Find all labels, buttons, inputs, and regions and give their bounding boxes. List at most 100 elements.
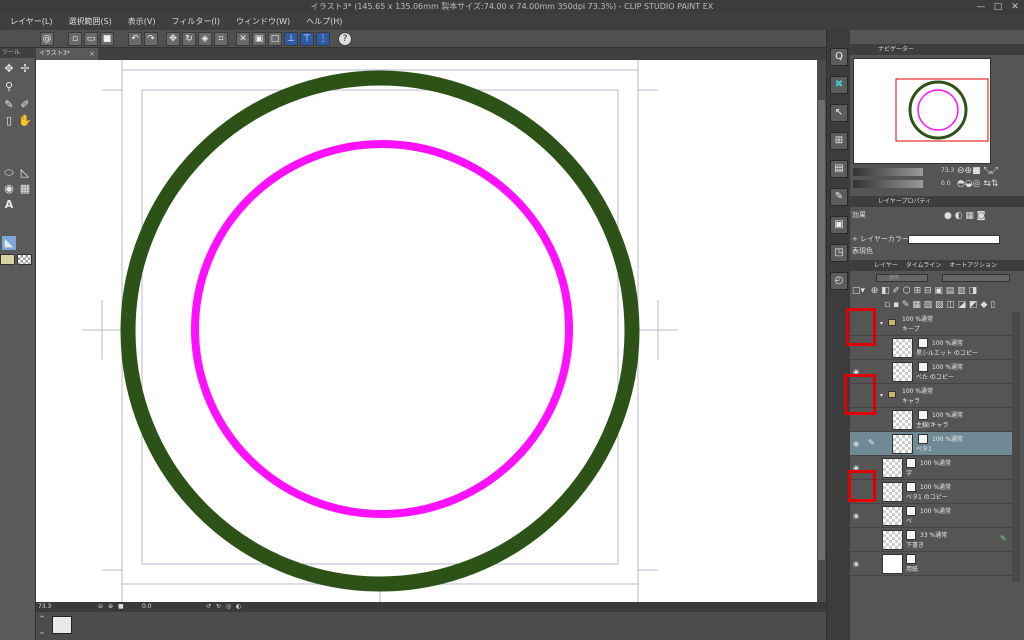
menu-layer[interactable]: レイヤー(L) — [2, 14, 60, 30]
layer-color-icon[interactable]: ◣ — [2, 236, 16, 250]
timeline-tab-label[interactable]: タイムライン — [906, 262, 942, 269]
transform-icon[interactable]: ✥ — [166, 32, 180, 46]
undo-icon[interactable]: ↶ — [128, 32, 142, 46]
pen-tool-icon[interactable]: ✎ — [2, 98, 16, 112]
text-tool-icon[interactable]: A — [2, 198, 16, 212]
fill-icon[interactable]: ◈ — [198, 32, 212, 46]
zoom-in-icon[interactable]: ⊕ — [108, 602, 113, 612]
layer-mode: 100 %通常 — [932, 364, 964, 371]
zoom-out-icon[interactable]: ⊖ — [98, 602, 103, 612]
help-icon[interactable]: ? — [338, 32, 352, 46]
history-icon[interactable]: ▤ — [830, 160, 848, 178]
ruler-tool-icon[interactable]: ◺ — [18, 166, 32, 180]
layer-search-icon[interactable]: ⊞ — [830, 132, 848, 150]
layer-toolbar-2-icons[interactable]: ▫ ▪ ✎ ▦ ▧ ▨ ◫ ◪ ◩ ◆ ▯ — [884, 300, 995, 310]
save-icon[interactable]: ■ — [100, 32, 114, 46]
maximize-button[interactable]: □ — [991, 1, 1005, 13]
menu-selection[interactable]: 選択範囲(S) — [60, 14, 119, 30]
canvas-area[interactable] — [36, 60, 817, 602]
eye-icon[interactable]: ◉ — [853, 440, 861, 448]
folder-expand-icon[interactable]: ▾ — [880, 320, 883, 327]
zoom-controls-icon[interactable]: ⊖⊕■ ⤡⤢ — [957, 166, 998, 176]
layer-color-field[interactable] — [908, 235, 1000, 244]
folder-expand-icon[interactable]: ▾ — [880, 392, 883, 399]
figure-tool-icon[interactable]: ⬭ — [2, 166, 16, 180]
navigator-thumbnail — [895, 78, 989, 142]
deselect-icon[interactable]: □ — [268, 32, 282, 46]
layer-mask-icon — [918, 434, 928, 444]
eraser-tool-icon[interactable]: ▯ — [2, 114, 16, 128]
navigator-preview[interactable] — [853, 58, 991, 164]
rotate-icon[interactable]: ↻ — [182, 32, 196, 46]
menu-view[interactable]: 表示(V) — [120, 14, 164, 30]
eye-icon[interactable]: ◉ — [853, 560, 861, 568]
auto-action-icon[interactable]: ✎ — [830, 188, 848, 206]
fill-tool-icon[interactable]: ◉ — [2, 182, 16, 196]
frame-tool-icon[interactable]: ▦ — [18, 182, 32, 196]
layers-tab-label[interactable]: レイヤー — [874, 262, 898, 269]
layer-row[interactable]: ◉ 100 %通常 ベ — [850, 504, 1012, 528]
blend-mode-select[interactable]: 通常 — [876, 274, 928, 282]
crop-icon[interactable]: ⌗ — [214, 32, 228, 46]
navigator-tab[interactable]: ナビゲーター — [850, 44, 1024, 55]
sub-view-icon[interactable]: ↖ — [830, 104, 848, 122]
auto-action-tab-label[interactable]: オートアクション — [949, 262, 997, 269]
ruler-snap-icon[interactable]: ⊥ — [284, 32, 298, 46]
layer-mode: 100 %通常 — [920, 460, 952, 467]
new-file-icon[interactable]: ▫ — [68, 32, 82, 46]
blend-tool-icon[interactable]: ✋ — [18, 114, 32, 128]
clear-icon[interactable]: ✕ — [236, 32, 250, 46]
effect-icons[interactable]: ● ◐ ▦ ◙ — [944, 211, 986, 222]
zoom-tool-icon[interactable]: ✥ — [2, 62, 16, 76]
document-tab-close-icon[interactable]: × — [89, 48, 97, 60]
expand-panel-icon[interactable]: ⌃ ⌄ — [36, 614, 48, 638]
rotate-right-icon[interactable]: ↻ — [216, 602, 221, 612]
transparent-color-swatch[interactable] — [17, 254, 32, 265]
layer-property-tab[interactable]: レイヤープロパティ — [850, 196, 1024, 207]
grid-snap-icon[interactable]: ⋮ — [316, 32, 330, 46]
move-tool-icon[interactable]: ✢ — [18, 62, 32, 76]
edit-target-icon[interactable]: ✎ — [868, 438, 875, 447]
select-all-icon[interactable]: ▣ — [252, 32, 266, 46]
image-material-icon[interactable]: ▣ — [830, 216, 848, 234]
opacity-slider[interactable] — [942, 274, 1010, 282]
expression-color-row: 表現色 — [852, 246, 1020, 257]
eye-icon[interactable]: ◉ — [853, 512, 861, 520]
flip-icon[interactable]: ◐ — [236, 602, 241, 612]
layer-mode: 100 %通常 — [932, 340, 964, 347]
minimize-button[interactable]: — — [974, 1, 988, 13]
magnifier-icon[interactable]: ⚲ — [2, 80, 16, 94]
window-title: イラスト3* (145.65 x 135.06mm 製本サイズ:74.00 x … — [310, 2, 714, 11]
rotate-controls-icon[interactable]: ◓◒◎ ⇆⇅ — [957, 179, 999, 189]
layer-row[interactable]: ◉ 用紙 — [850, 552, 1012, 576]
rotate-left-icon[interactable]: ↺ — [206, 602, 211, 612]
main-color-swatch[interactable] — [0, 254, 15, 265]
layer-row[interactable]: 33 %通常 下書き ✎ — [850, 528, 1012, 552]
scrollbar-thumb[interactable] — [818, 100, 825, 560]
menu-help[interactable]: ヘルプ(H) — [298, 14, 350, 30]
zoom-slider[interactable] — [853, 168, 923, 176]
open-file-icon[interactable]: ▭ — [84, 32, 98, 46]
3d-material-icon[interactable]: ◳ — [830, 244, 848, 262]
menu-window[interactable]: ウィンドウ(W) — [228, 14, 298, 30]
layer-toolbar-icons[interactable]: □▾ ⊕ ◧ ✐ ⬡ ⊞ ⊟ ▣ ▤ ▥ ◨ — [852, 286, 977, 296]
color-wheel-icon[interactable]: ◴ — [830, 272, 848, 290]
redo-icon[interactable]: ↷ — [144, 32, 158, 46]
layer-mode: 100 %通常 — [920, 508, 952, 515]
material-icon[interactable]: ✖ — [830, 76, 848, 94]
layer-list-scrollbar[interactable] — [1012, 312, 1020, 582]
close-window-button[interactable]: ✕ — [1008, 1, 1022, 13]
layer-name: 黒シルエット のコピー — [916, 350, 978, 357]
fit-icon[interactable]: ■ — [118, 602, 124, 612]
layer-row-selected[interactable]: ◉ ✎ 100 %通常 ベタ1 — [850, 432, 1012, 456]
canvas-vertical-scrollbar[interactable] — [817, 60, 826, 602]
layout-icon[interactable] — [52, 616, 72, 634]
menu-filter[interactable]: フィルター(I) — [164, 14, 228, 30]
clip-studio-icon[interactable]: @ — [40, 32, 54, 46]
rotation-slider[interactable] — [853, 180, 923, 188]
brush-tool-icon[interactable]: ✐ — [18, 98, 32, 112]
special-ruler-snap-icon[interactable]: ⊤ — [300, 32, 314, 46]
navigator-controls: 73.3 0.0 ⊖⊕■ ⤡⤢ ◓◒◎ ⇆⇅ — [853, 166, 1021, 196]
search-icon[interactable]: Q — [830, 48, 848, 66]
reset-rotation-icon[interactable]: ◎ — [226, 602, 231, 612]
